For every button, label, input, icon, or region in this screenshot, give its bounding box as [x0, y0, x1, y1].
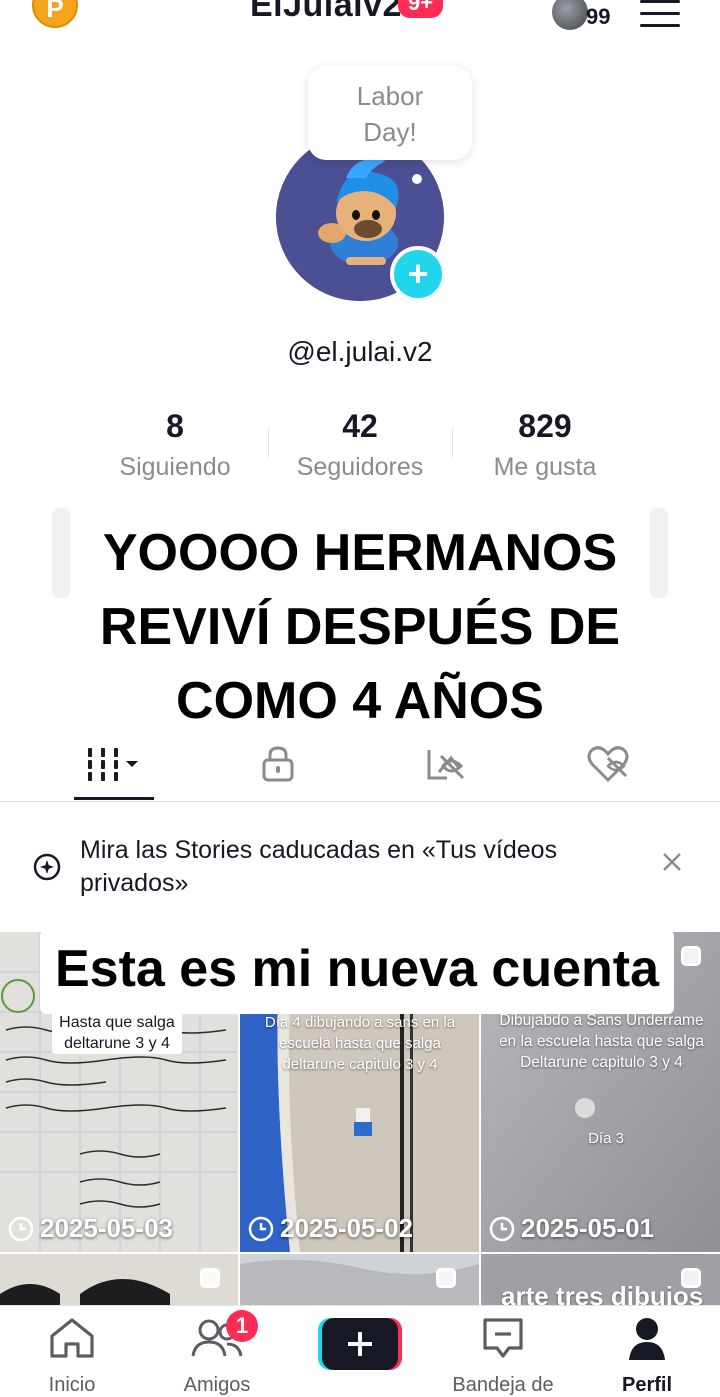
hidden-repost-icon [427, 750, 465, 780]
followers-count[interactable]: 42 [260, 408, 460, 445]
video-caption-overlay-2: Esta es mi nueva cuenta [40, 930, 674, 1014]
nav-inbox[interactable]: Bandeja de [448, 1316, 558, 1396]
status-bubble[interactable]: Labor Day! [308, 66, 472, 160]
nav-profile-label: Perfil [621, 1374, 673, 1396]
plus-icon [318, 1318, 402, 1370]
video-date: 2025-05-02 [248, 1213, 413, 1244]
status-bubble-line1: Labor [356, 81, 424, 111]
lock-icon [262, 746, 294, 782]
multi-photo-icon [681, 946, 701, 966]
video-date-text: 2025-05-02 [280, 1213, 413, 1243]
username: @el.julai.v2 [287, 336, 433, 367]
profile-icon [629, 1318, 665, 1360]
notification-badge: 9+ [398, 0, 444, 18]
clock-icon [489, 1216, 515, 1241]
stories-banner-text[interactable]: Mira las Stories caducadas en «Tus vídeo… [80, 834, 640, 900]
account-count: 99 [586, 4, 611, 29]
caption-line: COMO 4 AÑOS [176, 672, 544, 730]
bubble-tail [412, 174, 422, 184]
clock-icon [8, 1216, 34, 1241]
switch-account-avatar[interactable] [552, 0, 588, 30]
video-text-overlay-day: Día 3 [588, 1130, 624, 1147]
video-caption-overlay: YOOOO HERMANOS REVIVÍ DESPUÉS DE COMO 4 … [60, 516, 660, 738]
nav-home-label: Inicio [48, 1374, 96, 1396]
friends-badge: 1 [226, 1310, 258, 1342]
create-button[interactable] [318, 1316, 402, 1372]
bottom-nav: Inicio Amigos Bandeja de Perfil [0, 1305, 720, 1396]
following-count[interactable]: 8 [75, 408, 275, 445]
menu-icon[interactable] [640, 0, 680, 27]
status-bubble-line2: Day! [363, 117, 417, 147]
caption-line: REVIVÍ DESPUÉS DE [99, 598, 621, 656]
profile-title: ElJulaiv2 [250, 0, 402, 24]
nav-inbox-label: Bandeja de [452, 1374, 554, 1396]
video-text-overlay: Hasta que salga deltarune 3 y 4 [52, 1012, 182, 1054]
multi-photo-icon [200, 1268, 220, 1288]
hidden-heart-icon [587, 746, 629, 783]
active-tab-indicator [74, 797, 154, 800]
home-icon [50, 1318, 94, 1358]
caption-line: YOOOO HERMANOS [102, 524, 618, 582]
add-story-button[interactable]: + [390, 246, 446, 302]
coin-icon[interactable]: P [32, 0, 78, 28]
tab-reposts[interactable] [405, 738, 485, 790]
clock-icon [248, 1216, 274, 1241]
video-date-text: 2025-05-01 [521, 1213, 654, 1243]
tabs-divider [0, 801, 720, 802]
followers-label[interactable]: Seguidores [260, 453, 460, 482]
video-text-overlay: Día 4 dibujando a sans en la escuela has… [264, 1014, 456, 1073]
inbox-icon [483, 1318, 523, 1358]
nav-profile[interactable]: Perfil [592, 1316, 702, 1396]
likes-label[interactable]: Me gusta [445, 453, 645, 482]
tab-videos[interactable] [74, 738, 154, 790]
close-icon[interactable] [660, 850, 684, 874]
video-text-overlay: Dibujabdo a Sans Underrame en la escuela… [498, 1012, 705, 1071]
nav-friends-label: Amigos [183, 1374, 251, 1396]
nav-home[interactable]: Inicio [17, 1316, 127, 1396]
tab-liked[interactable] [568, 738, 648, 790]
grid-icon [88, 748, 138, 781]
following-label[interactable]: Siguiendo [75, 453, 275, 482]
video-date: 2025-05-03 [8, 1213, 173, 1244]
stories-icon [33, 853, 61, 881]
video-date: 2025-05-01 [489, 1213, 654, 1244]
video-date-text: 2025-05-03 [40, 1213, 173, 1243]
video-text-overlay: arte tres dibujos [501, 1281, 704, 1311]
tab-private[interactable] [238, 738, 318, 790]
multi-photo-icon [436, 1268, 456, 1288]
likes-count[interactable]: 829 [445, 408, 645, 445]
